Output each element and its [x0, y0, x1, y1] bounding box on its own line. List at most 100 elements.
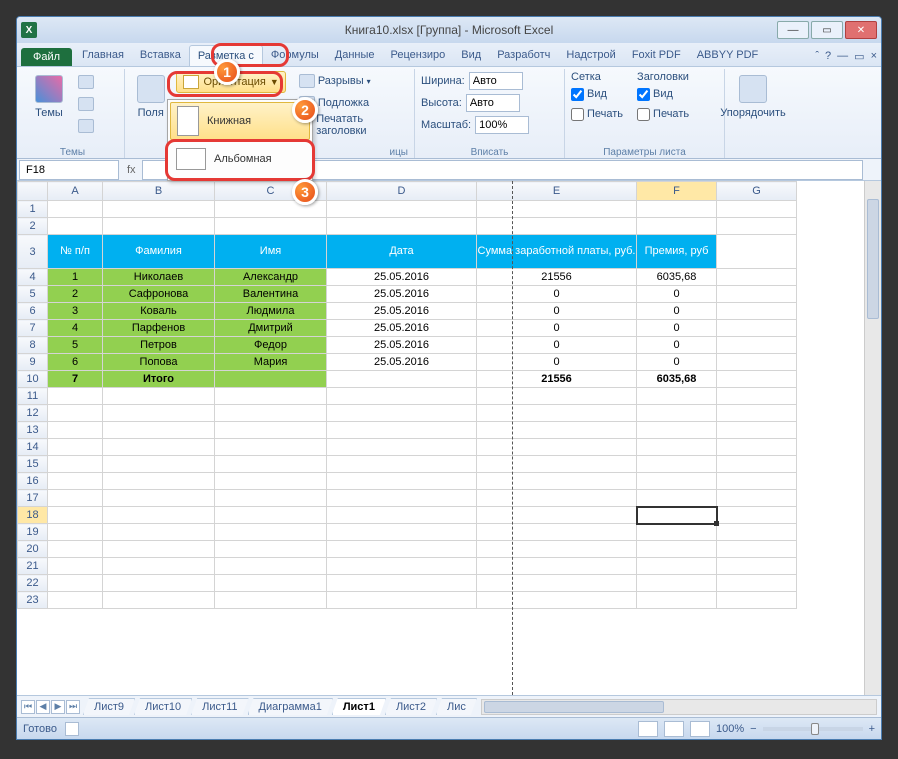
cell[interactable]: [327, 371, 477, 388]
height-input[interactable]: [466, 94, 520, 112]
cell[interactable]: 0: [637, 286, 717, 303]
cell[interactable]: [717, 286, 797, 303]
cell[interactable]: [717, 388, 797, 405]
row-header-2[interactable]: 2: [18, 218, 48, 235]
cell[interactable]: [637, 575, 717, 592]
spreadsheet-grid[interactable]: ABCDEFG 123№ п/пФамилияИмяДатаСумма зара…: [17, 181, 797, 609]
cell[interactable]: [327, 218, 477, 235]
sheet-tab-Лист2[interactable]: Лист2: [385, 698, 437, 715]
scale-input[interactable]: [475, 116, 529, 134]
cell[interactable]: [327, 405, 477, 422]
name-box[interactable]: F18: [19, 160, 119, 180]
cell[interactable]: [717, 473, 797, 490]
row-header-18[interactable]: 18: [18, 507, 48, 524]
cell[interactable]: [717, 507, 797, 524]
row-header-1[interactable]: 1: [18, 201, 48, 218]
cell[interactable]: 7: [48, 371, 103, 388]
tab-nav-prev[interactable]: ◀: [36, 700, 50, 714]
cell[interactable]: 2: [48, 286, 103, 303]
cell[interactable]: [477, 575, 637, 592]
vertical-scrollbar[interactable]: [864, 181, 881, 695]
cell[interactable]: [717, 235, 797, 269]
cell[interactable]: [103, 524, 215, 541]
cell[interactable]: [215, 524, 327, 541]
cell[interactable]: № п/п: [48, 235, 103, 269]
cell[interactable]: [637, 201, 717, 218]
ribbon-tab-7[interactable]: Разработч: [489, 45, 558, 66]
cell[interactable]: 0: [477, 320, 637, 337]
width-input[interactable]: [469, 72, 523, 90]
cell[interactable]: [477, 524, 637, 541]
col-header-A[interactable]: A: [48, 182, 103, 201]
cell[interactable]: Николаев: [103, 269, 215, 286]
ribbon-tab-4[interactable]: Данные: [327, 45, 383, 66]
row-header-6[interactable]: 6: [18, 303, 48, 320]
cell[interactable]: [477, 456, 637, 473]
row-header-15[interactable]: 15: [18, 456, 48, 473]
row-header-16[interactable]: 16: [18, 473, 48, 490]
row-header-3[interactable]: 3: [18, 235, 48, 269]
cell[interactable]: [48, 388, 103, 405]
cell[interactable]: [717, 558, 797, 575]
page-break-view-button[interactable]: [690, 721, 710, 737]
cell[interactable]: [327, 490, 477, 507]
cell[interactable]: [215, 575, 327, 592]
cell[interactable]: [103, 575, 215, 592]
cell[interactable]: [103, 507, 215, 524]
cell[interactable]: [215, 388, 327, 405]
macro-record-icon[interactable]: [65, 722, 79, 736]
cell[interactable]: [103, 592, 215, 609]
col-header-E[interactable]: E: [477, 182, 637, 201]
row-header-19[interactable]: 19: [18, 524, 48, 541]
cell[interactable]: [103, 201, 215, 218]
cell[interactable]: [215, 439, 327, 456]
cell[interactable]: [103, 541, 215, 558]
row-header-10[interactable]: 10: [18, 371, 48, 388]
cell[interactable]: [103, 405, 215, 422]
cell[interactable]: [215, 422, 327, 439]
row-header-13[interactable]: 13: [18, 422, 48, 439]
cell[interactable]: [717, 490, 797, 507]
row-header-5[interactable]: 5: [18, 286, 48, 303]
col-header-G[interactable]: G: [717, 182, 797, 201]
cell[interactable]: [48, 541, 103, 558]
cell[interactable]: [477, 473, 637, 490]
row-header-8[interactable]: 8: [18, 337, 48, 354]
cell[interactable]: [717, 201, 797, 218]
row-header-7[interactable]: 7: [18, 320, 48, 337]
cell[interactable]: 0: [477, 337, 637, 354]
cell[interactable]: 25.05.2016: [327, 303, 477, 320]
cell[interactable]: [717, 354, 797, 371]
cell[interactable]: Федор: [215, 337, 327, 354]
cell[interactable]: [327, 473, 477, 490]
cell[interactable]: Коваль: [103, 303, 215, 320]
sheet-tab-Лист1[interactable]: Лист1: [332, 698, 386, 715]
cell[interactable]: Имя: [215, 235, 327, 269]
cell[interactable]: [477, 218, 637, 235]
cell[interactable]: [215, 405, 327, 422]
theme-fonts-button[interactable]: [75, 94, 97, 114]
cell[interactable]: [48, 201, 103, 218]
cell[interactable]: Мария: [215, 354, 327, 371]
cell[interactable]: [717, 371, 797, 388]
cell[interactable]: 6: [48, 354, 103, 371]
cell[interactable]: [717, 456, 797, 473]
file-tab[interactable]: Файл: [21, 48, 72, 66]
cell[interactable]: [637, 456, 717, 473]
minimize-button[interactable]: ––: [777, 21, 809, 39]
cell[interactable]: Дмитрий: [215, 320, 327, 337]
close-button[interactable]: ✕: [845, 21, 877, 39]
cell[interactable]: [637, 524, 717, 541]
cell[interactable]: [327, 524, 477, 541]
cell[interactable]: Сумма заработной платы, руб.: [477, 235, 637, 269]
cell[interactable]: [327, 201, 477, 218]
ribbon-tab-8[interactable]: Надстрой: [558, 45, 623, 66]
ribbon-tab-3[interactable]: Формулы: [263, 45, 327, 66]
sheet-tab-Диаграмма1[interactable]: Диаграмма1: [248, 698, 333, 715]
maximize-button[interactable]: ▭: [811, 21, 843, 39]
cell[interactable]: 0: [637, 354, 717, 371]
cell[interactable]: [48, 524, 103, 541]
themes-button[interactable]: Темы: [27, 71, 71, 137]
gridlines-view-check[interactable]: Вид: [571, 85, 623, 103]
cell[interactable]: Парфенов: [103, 320, 215, 337]
